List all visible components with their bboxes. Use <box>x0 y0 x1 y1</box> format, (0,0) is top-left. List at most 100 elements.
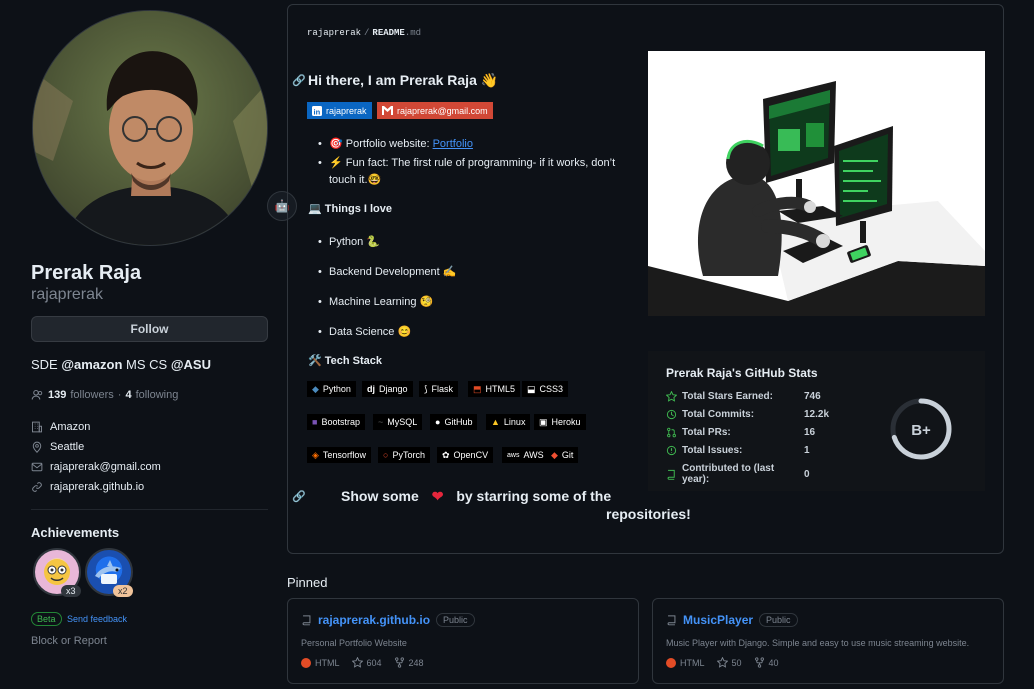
python-icon: ◆ <box>312 383 319 394</box>
tech-badge-html5[interactable]: ⬒ HTML5 <box>468 381 521 397</box>
tech-badge-opencv[interactable]: ✿ OpenCV <box>437 447 494 463</box>
avatar[interactable] <box>32 10 268 246</box>
tech-badge-pytorch[interactable]: ○ PyTorch <box>378 447 430 463</box>
tech-heading-text: Tech Stack <box>324 355 383 367</box>
stat-label: Contributed to (last year): <box>681 463 775 485</box>
language: HTML <box>666 657 705 668</box>
star-icon <box>666 391 677 402</box>
list-item: Data Science 😊 <box>318 324 456 341</box>
forks-link[interactable]: 248 <box>394 657 424 668</box>
stars-link[interactable]: 50 <box>716 657 742 668</box>
pinned-repo-card: MusicPlayer Public Music Player with Dja… <box>652 598 1004 684</box>
tech-badge-heroku[interactable]: ▣ Heroku <box>534 414 586 430</box>
intro-list: 🎯 Portfolio website: Portfolio ⚡ Fun fac… <box>318 136 629 189</box>
bio-text-middle: MS CS <box>122 357 171 372</box>
tech-badge-label: Python <box>322 384 351 394</box>
show-love-anchor-link-icon[interactable]: 🔗 <box>292 490 306 503</box>
pinned-repo-meta: HTML 604 248 <box>301 657 424 668</box>
readme-heading: Hi there, I am Prerak Raja 👋 <box>308 72 499 88</box>
repo-icon <box>302 615 311 626</box>
tech-badge-css3[interactable]: ⬓ CSS3 <box>522 381 569 397</box>
tech-badge-label: HTML5 <box>485 384 516 394</box>
things-heading-text: Things I love <box>324 203 392 215</box>
stat-row-contributed: Contributed to (last year): 0 <box>666 463 810 485</box>
tech-badge-label: MySQL <box>387 417 418 427</box>
readme-path-user[interactable]: rajaprerak <box>307 28 361 38</box>
language-label: HTML <box>315 657 340 668</box>
show-love-text-a: Show some <box>341 488 419 504</box>
stat-row-commits: Total Commits: 12.2k <box>666 409 829 420</box>
portfolio-label: Portfolio website: <box>345 138 433 150</box>
tech-badge-linux[interactable]: ▲ Linux <box>486 414 531 430</box>
followers-count[interactable]: 139 <box>48 389 66 401</box>
portfolio-link[interactable]: Portfolio <box>433 138 473 150</box>
profile-bio: SDE @amazon MS CS @ASU <box>31 357 211 372</box>
pinned-repo-header: rajaprerak.github.io Public <box>301 613 475 627</box>
link-icon <box>32 482 42 492</box>
stat-label: Total Issues: <box>682 445 743 456</box>
stat-value: 746 <box>804 391 821 402</box>
stat-value: 12.2k <box>804 409 830 420</box>
show-love-line-2: repositories! <box>606 506 691 522</box>
achievements-heading[interactable]: Achievements <box>31 525 119 540</box>
list-item-portfolio: 🎯 Portfolio website: Portfolio <box>318 136 629 153</box>
readme-path-file: README <box>372 28 405 38</box>
tech-badge-label: Flask <box>431 384 454 394</box>
bio-company-mention[interactable]: @amazon <box>61 357 122 372</box>
language-color-dot <box>301 657 311 668</box>
rank-grade: B+ <box>911 422 931 439</box>
pinned-repo-description: Personal Portfolio Website <box>301 638 407 648</box>
funfact-line-1: Fun fact: The first rule of programming-… <box>345 157 616 169</box>
pinned-repo-name[interactable]: rajaprerak.github.io <box>318 613 430 627</box>
stat-row-stars: Total Stars Earned: 746 <box>666 391 821 402</box>
following-count[interactable]: 4 <box>125 389 131 401</box>
building-icon <box>32 421 42 433</box>
tech-badge-tensorflow[interactable]: ◈ Tensorflow <box>307 447 371 463</box>
star-icon <box>351 657 363 668</box>
list-item: Backend Development ✍️ <box>318 264 456 281</box>
git-icon: ◆ <box>551 449 558 460</box>
flask-icon: ⟆ <box>424 383 428 394</box>
website-link[interactable]: rajaprerak.github.io <box>50 481 144 493</box>
heading-anchor-link-icon[interactable]: 🔗 <box>292 74 306 87</box>
beta-badge: Beta <box>31 612 62 626</box>
gmail-icon <box>382 106 393 115</box>
lightning-icon: ⚡ <box>329 157 343 169</box>
star-icon <box>716 657 728 668</box>
visibility-badge: Public <box>759 613 798 627</box>
linkedin-badge-label: rajaprerak <box>326 105 367 116</box>
readme-path-ext: .md <box>404 28 422 38</box>
tech-badge-github[interactable]: ● GitHub <box>430 414 478 430</box>
gmail-badge-label: rajaprerak@gmail.com <box>397 105 488 116</box>
email-link[interactable]: rajaprerak@gmail.com <box>50 461 161 473</box>
tech-badge-django[interactable]: dj Django <box>362 381 413 397</box>
tech-badge-bootstrap[interactable]: ■ Bootstrap <box>307 414 365 430</box>
stars-count: 604 <box>366 657 382 668</box>
tech-badge-mysql[interactable]: ~ MySQL <box>373 414 423 430</box>
follow-button[interactable]: Follow <box>31 316 268 342</box>
linkedin-badge[interactable]: in rajaprerak <box>307 102 372 119</box>
tech-badge-label: PyTorch <box>392 450 425 460</box>
company-text: Amazon <box>50 421 91 433</box>
stars-count: 50 <box>731 657 742 668</box>
following-label[interactable]: following <box>136 389 179 401</box>
followers-label[interactable]: followers <box>70 389 113 401</box>
tech-badge-aws[interactable]: aws AWS <box>502 447 549 463</box>
linux-icon: ▲ <box>491 417 500 427</box>
github-stats-card: Prerak Raja's GitHub Stats Total Stars E… <box>648 351 985 491</box>
pinned-repo-name[interactable]: MusicPlayer <box>683 613 753 627</box>
tech-badge-git[interactable]: ◆ Git <box>546 447 579 463</box>
tech-badge-flask[interactable]: ⟆ Flask <box>419 381 459 397</box>
tech-badge-python[interactable]: ◆ Python <box>307 381 356 397</box>
bio-school-mention[interactable]: @ASU <box>171 357 211 372</box>
tech-stack-heading: 🛠️ Tech Stack <box>308 354 382 367</box>
bio-text: SDE <box>31 357 62 372</box>
block-or-report-link[interactable]: Block or Report <box>31 635 107 647</box>
stars-link[interactable]: 604 <box>351 657 382 668</box>
show-love-text-b: by starring some of the <box>456 488 612 504</box>
gmail-badge[interactable]: rajaprerak@gmail.com <box>377 102 493 119</box>
forks-link[interactable]: 40 <box>754 657 779 668</box>
send-feedback-link[interactable]: Send feedback <box>67 614 127 624</box>
readme-path-separator: / <box>364 28 370 38</box>
list-item-funfact: ⚡ Fun fact: The first rule of programmin… <box>318 155 629 189</box>
